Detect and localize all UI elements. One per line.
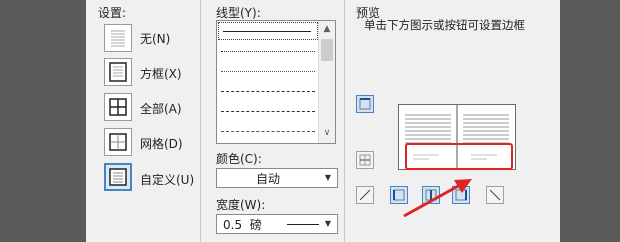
width-title: 宽度(W): bbox=[216, 198, 266, 212]
width-sample-line bbox=[287, 224, 319, 225]
line-style-selected[interactable] bbox=[218, 22, 318, 40]
scroll-up-icon[interactable]: ▲ bbox=[319, 21, 335, 37]
line-style-list[interactable]: ▲ ∨ bbox=[216, 20, 336, 144]
scroll-thumb[interactable] bbox=[321, 39, 333, 61]
border-none-label[interactable]: 无(N) bbox=[140, 30, 170, 47]
chevron-down-icon[interactable]: ▼ bbox=[321, 215, 335, 233]
line-style-short-dash[interactable] bbox=[221, 91, 315, 92]
border-box-label[interactable]: 方框(X) bbox=[140, 65, 182, 82]
diagonal-up-border-button[interactable] bbox=[356, 186, 374, 204]
line-style-dotted[interactable] bbox=[221, 51, 315, 52]
line-style-dash-dot[interactable] bbox=[221, 131, 315, 132]
color-value: 自动 bbox=[255, 172, 280, 186]
border-none-icon[interactable] bbox=[104, 24, 132, 52]
border-custom-icon[interactable] bbox=[104, 163, 132, 191]
line-style-title: 线型(Y): bbox=[216, 6, 261, 20]
width-value: 0.5 磅 bbox=[223, 218, 262, 232]
annotation-highlight-box bbox=[405, 143, 513, 170]
top-border-button[interactable] bbox=[356, 95, 374, 113]
border-custom-label[interactable]: 自定义(U) bbox=[140, 171, 194, 188]
color-title: 颜色(C): bbox=[216, 152, 262, 166]
color-dropdown[interactable]: 自动 ▼ bbox=[216, 168, 338, 188]
settings-divider bbox=[200, 0, 201, 242]
border-grid-icon[interactable] bbox=[104, 128, 132, 156]
inside-horizontal-border-button[interactable] bbox=[356, 151, 374, 169]
border-grid-label[interactable]: 网格(D) bbox=[140, 135, 183, 152]
annotation-arrow-icon bbox=[403, 179, 472, 218]
border-all-label[interactable]: 全部(A) bbox=[140, 100, 182, 117]
border-box-icon[interactable] bbox=[104, 58, 132, 86]
line-style-scrollbar[interactable]: ▲ ∨ bbox=[318, 21, 335, 143]
preview-divider bbox=[344, 0, 345, 242]
scroll-down-icon[interactable]: ∨ bbox=[319, 125, 335, 141]
settings-title: 设置: bbox=[98, 6, 127, 20]
chevron-down-icon[interactable]: ▼ bbox=[321, 169, 335, 187]
preview-instructions: 单击下方图示或按钮可设置边框 bbox=[364, 18, 525, 32]
border-all-icon[interactable] bbox=[104, 93, 132, 121]
diagonal-down-border-button[interactable] bbox=[486, 186, 504, 204]
width-dropdown[interactable]: 0.5 磅 ▼ bbox=[216, 214, 338, 234]
line-style-dash[interactable] bbox=[221, 111, 315, 112]
line-style-fine-dotted[interactable] bbox=[221, 71, 315, 72]
